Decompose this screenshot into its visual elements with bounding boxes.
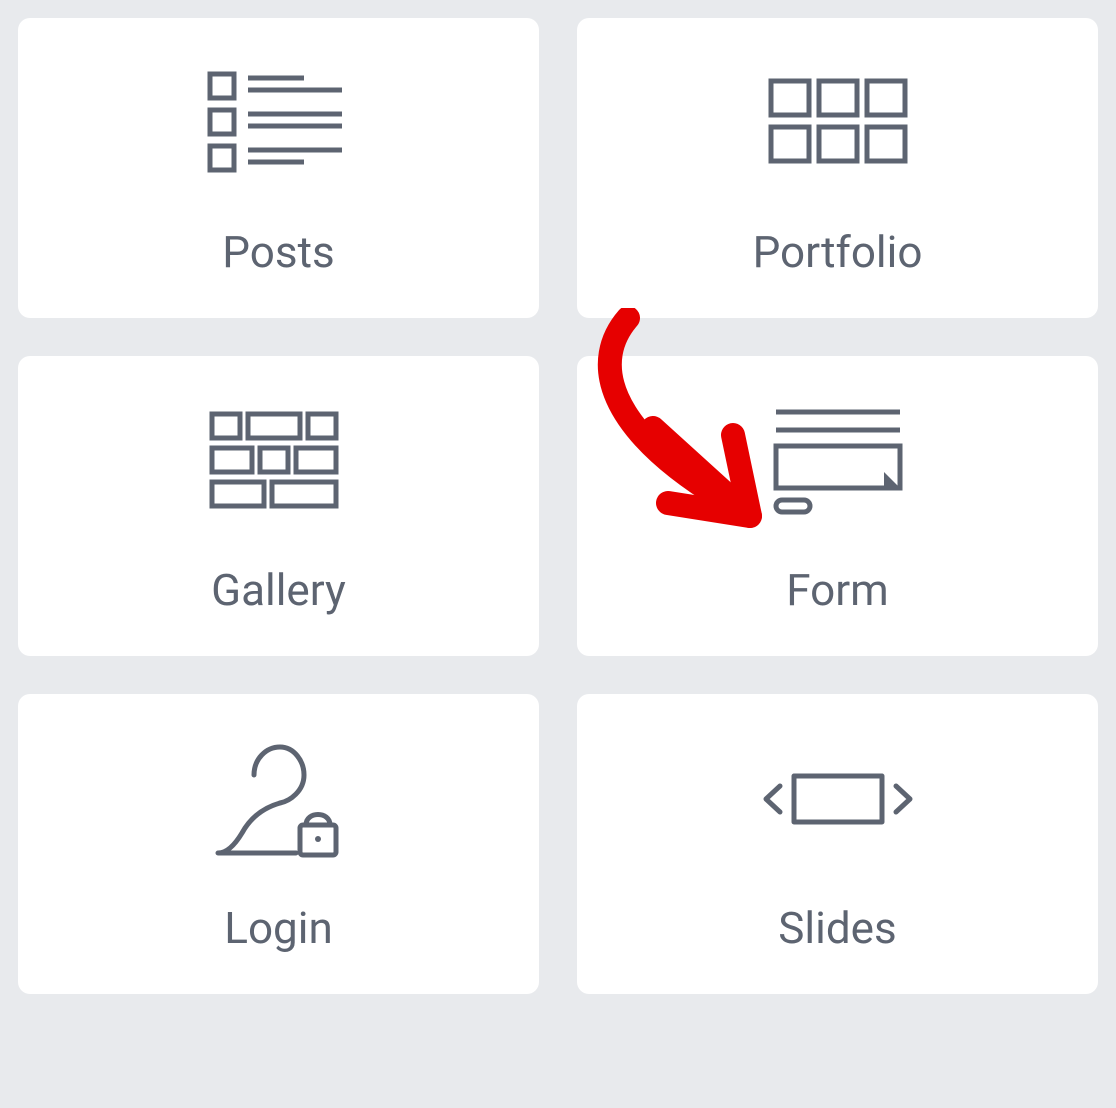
login-icon — [204, 724, 354, 874]
gallery-icon — [204, 386, 354, 536]
card-posts[interactable]: Posts — [18, 18, 539, 318]
posts-icon — [204, 48, 354, 198]
form-icon — [768, 386, 908, 536]
card-label: Login — [224, 902, 333, 954]
card-login[interactable]: Login — [18, 694, 539, 994]
portfolio-icon — [763, 48, 913, 198]
card-label: Slides — [778, 902, 896, 954]
card-label: Portfolio — [753, 226, 923, 278]
card-form[interactable]: Form — [577, 356, 1098, 656]
slides-icon — [758, 724, 918, 874]
card-portfolio[interactable]: Portfolio — [577, 18, 1098, 318]
widget-grid: Posts Portfolio — [18, 18, 1098, 994]
card-gallery[interactable]: Gallery — [18, 356, 539, 656]
card-label: Gallery — [211, 564, 346, 616]
card-label: Posts — [222, 226, 334, 278]
card-slides[interactable]: Slides — [577, 694, 1098, 994]
card-label: Form — [786, 564, 888, 616]
